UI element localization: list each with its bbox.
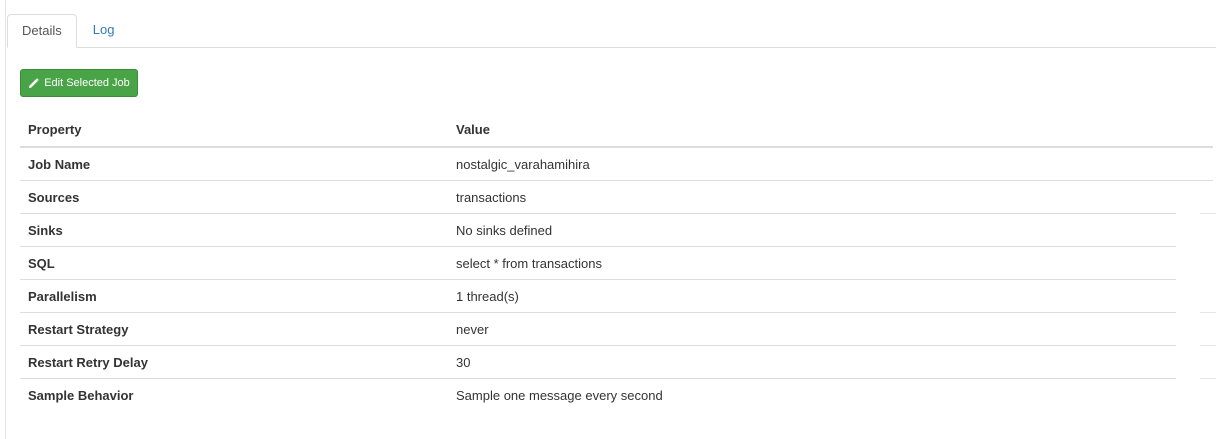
property-value: select * from transactions <box>456 256 602 271</box>
row-divider-stub <box>1200 378 1216 379</box>
property-name: Job Name <box>28 157 91 172</box>
tab-log[interactable]: Log <box>79 14 129 47</box>
job-properties-table: Property Value Job Name nostalgic_varaha… <box>20 113 1213 412</box>
table-header-row: Property Value <box>20 113 1213 148</box>
table-row: Parallelism 1 thread(s) <box>20 280 1213 313</box>
property-name: Sinks <box>28 223 63 238</box>
property-name: Sample Behavior <box>28 388 134 403</box>
property-value: 30 <box>456 355 471 370</box>
tab-details[interactable]: Details <box>7 14 77 48</box>
property-name: Restart Retry Delay <box>28 355 148 370</box>
table-row: SQL select * from transactions <box>20 247 1213 280</box>
column-header-property: Property <box>28 122 82 137</box>
panel-left-border <box>5 0 6 439</box>
property-name: SQL <box>28 256 55 271</box>
property-name: Restart Strategy <box>28 322 129 337</box>
property-value: No sinks defined <box>456 223 553 238</box>
row-divider-stub <box>1200 213 1216 214</box>
row-divider-stub <box>1200 312 1216 313</box>
row-divider-stub <box>1200 345 1216 346</box>
property-name: Parallelism <box>28 289 97 304</box>
table-row: Sources transactions <box>20 181 1213 214</box>
table-row: Sinks No sinks defined <box>20 214 1213 247</box>
property-value: transactions <box>456 190 527 205</box>
property-value: 1 thread(s) <box>456 289 519 304</box>
table-row: Sample Behavior Sample one message every… <box>20 379 1213 412</box>
property-value: nostalgic_varahamihira <box>456 157 590 172</box>
property-name: Sources <box>28 190 80 205</box>
pencil-icon <box>28 77 39 89</box>
tab-bar: Details Log <box>7 14 1216 48</box>
property-value: never <box>456 322 489 337</box>
table-row: Restart Retry Delay 30 <box>20 346 1213 379</box>
property-value: Sample one message every second <box>456 388 663 403</box>
column-header-value: Value <box>456 122 490 137</box>
edit-button-label: Edit Selected Job <box>44 77 130 89</box>
table-row: Restart Strategy never <box>20 313 1213 346</box>
edit-selected-job-button[interactable]: Edit Selected Job <box>20 69 138 97</box>
table-row: Job Name nostalgic_varahamihira <box>20 148 1213 181</box>
